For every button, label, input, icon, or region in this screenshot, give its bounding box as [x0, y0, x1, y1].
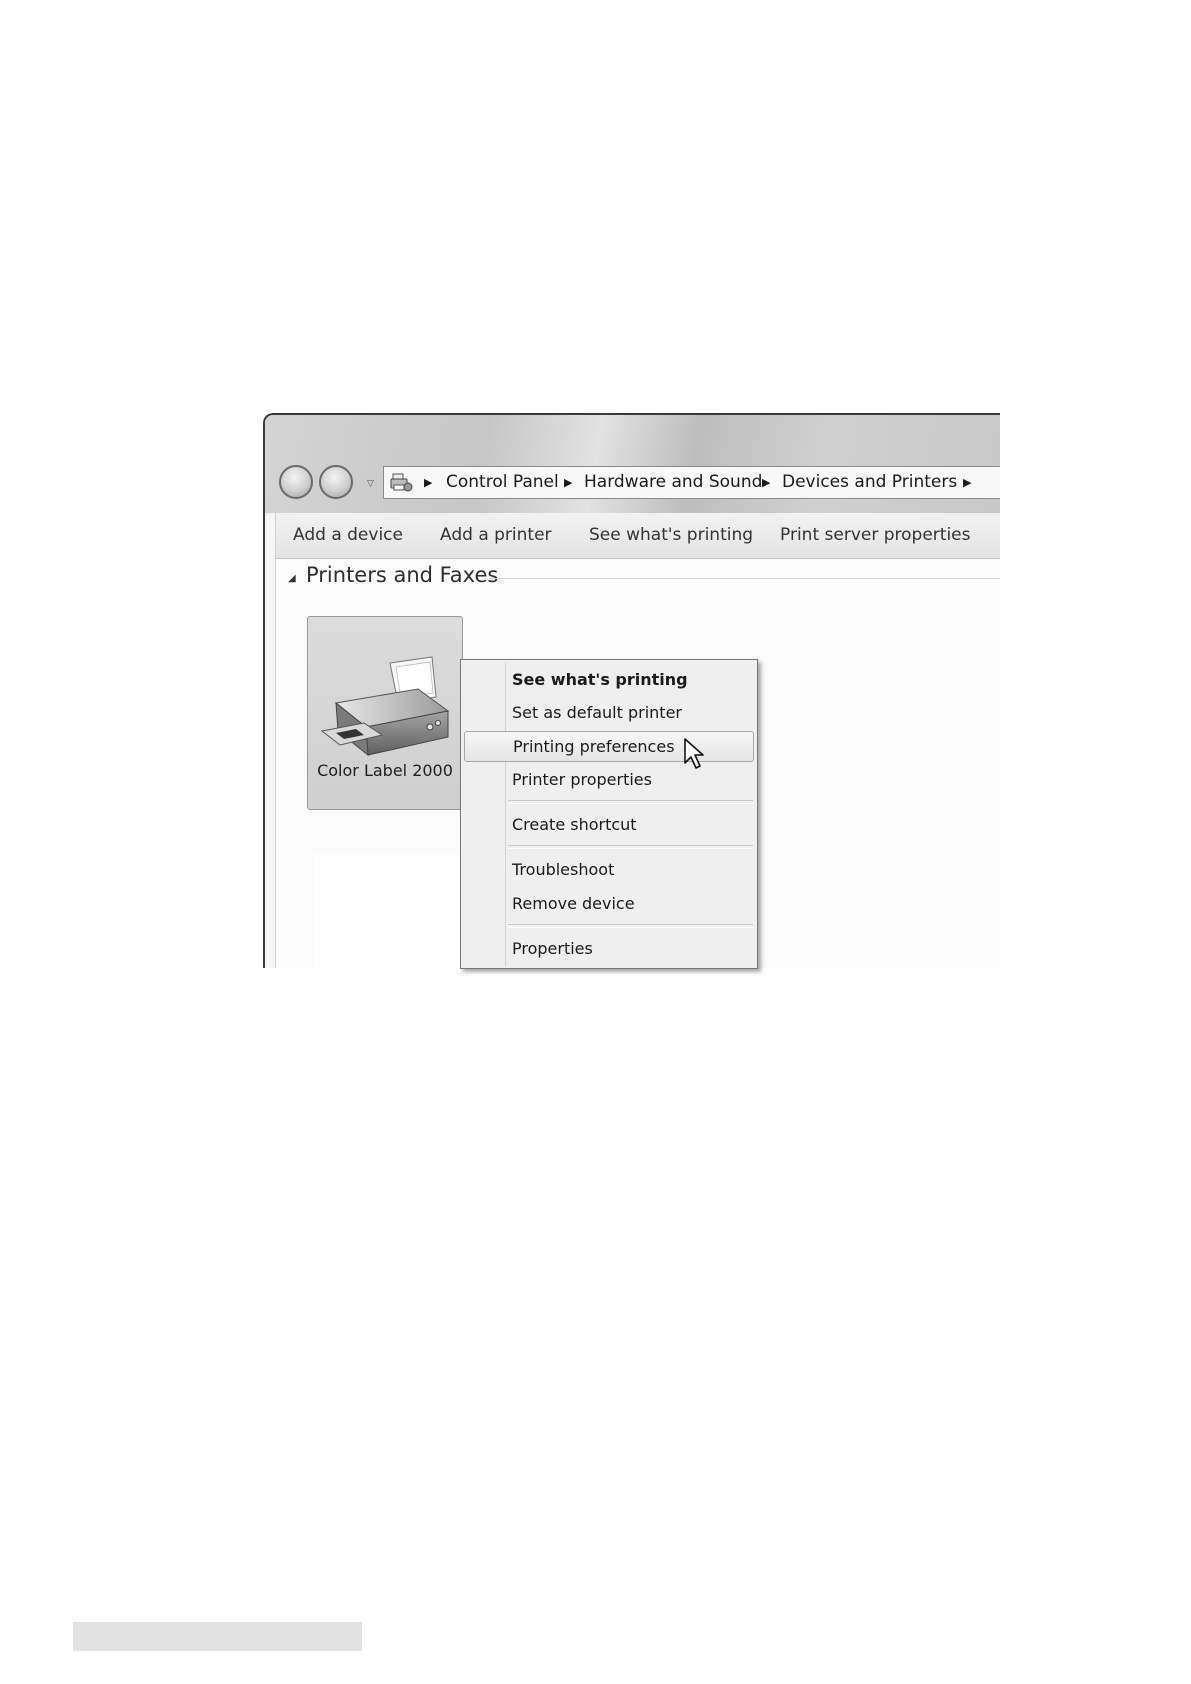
breadcrumb-arrow-icon[interactable]: ▶: [762, 467, 770, 498]
breadcrumb-arrow-icon[interactable]: ▶: [564, 467, 572, 498]
menu-item-set-as-default-printer[interactable]: Set as default printer: [464, 697, 754, 728]
printer-icon: [320, 656, 450, 757]
context-menu: See what's printing Set as default print…: [460, 659, 758, 969]
command-bar: Add a device Add a printer See what's pr…: [275, 513, 1000, 559]
menu-item-printing-preferences[interactable]: Printing preferences: [464, 731, 754, 762]
breadcrumb-arrow-icon[interactable]: ▶: [424, 467, 432, 498]
back-button[interactable]: [279, 465, 313, 499]
group-header-printers-and-faxes[interactable]: Printers and Faxes: [306, 563, 498, 587]
collapse-group-icon[interactable]: ◢: [288, 573, 296, 584]
menu-item-create-shortcut[interactable]: Create shortcut: [464, 809, 754, 840]
address-bar[interactable]: ▶ Control Panel ▶ Hardware and Sound ▶ D…: [383, 466, 1000, 499]
menu-separator: [508, 924, 753, 928]
print-server-properties-button[interactable]: Print server properties: [780, 513, 970, 558]
menu-separator: [508, 800, 753, 804]
breadcrumb-arrow-icon[interactable]: ▶: [963, 467, 971, 498]
menu-item-see-whats-printing[interactable]: See what's printing: [464, 664, 754, 695]
forward-button[interactable]: [319, 465, 353, 499]
menu-item-remove-device[interactable]: Remove device: [464, 888, 754, 919]
title-bar: ▽ ▶ Control Panel ▶ Hardware and Sound ▶…: [265, 415, 1000, 513]
breadcrumb-control-panel[interactable]: Control Panel: [446, 467, 559, 498]
breadcrumb-hardware-and-sound[interactable]: Hardware and Sound: [584, 467, 762, 498]
printer-name: Color Label 2000: [317, 761, 453, 780]
menu-separator: [508, 845, 753, 849]
menu-item-properties[interactable]: Properties: [464, 933, 754, 964]
devices-folder-icon: [390, 473, 413, 492]
breadcrumb-devices-and-printers[interactable]: Devices and Printers: [782, 467, 957, 498]
mouse-pointer-icon: [684, 738, 704, 769]
add-device-button[interactable]: Add a device: [293, 513, 403, 558]
recent-pages-dropdown-icon[interactable]: ▽: [367, 479, 374, 489]
add-printer-button[interactable]: Add a printer: [440, 513, 552, 558]
footer-bar: [73, 1622, 362, 1651]
menu-item-printer-properties[interactable]: Printer properties: [464, 764, 754, 795]
see-whats-printing-button[interactable]: See what's printing: [589, 513, 753, 558]
group-divider: [489, 578, 1000, 579]
menu-item-troubleshoot[interactable]: Troubleshoot: [464, 854, 754, 885]
empty-device-area: [313, 855, 473, 968]
printer-tile[interactable]: Color Label 2000: [307, 616, 463, 810]
